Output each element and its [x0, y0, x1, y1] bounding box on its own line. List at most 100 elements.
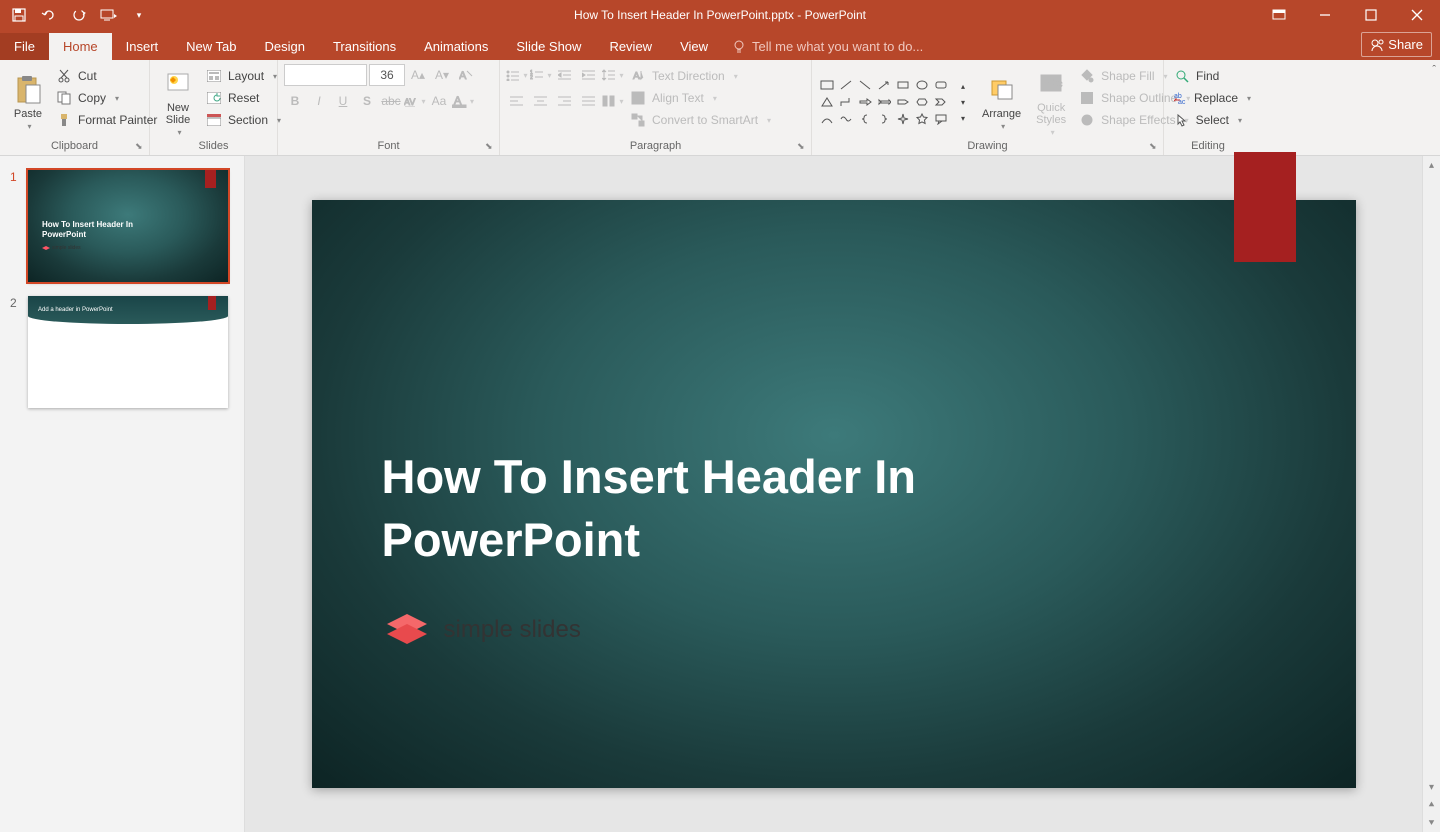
tab-file[interactable]: File — [0, 33, 49, 60]
shape-triangle-icon[interactable] — [818, 94, 836, 110]
columns-icon[interactable] — [602, 90, 624, 112]
slide[interactable]: How To Insert Header In PowerPoint simpl… — [312, 200, 1356, 788]
redo-icon[interactable] — [70, 6, 88, 24]
maximize-icon[interactable] — [1348, 0, 1394, 30]
shape-chevron-icon[interactable] — [932, 94, 950, 110]
save-icon[interactable] — [10, 6, 28, 24]
collapse-ribbon-icon[interactable]: ˆ — [1432, 64, 1436, 76]
shape-oval-icon[interactable] — [913, 77, 931, 93]
new-slide-button[interactable]: New Slide — [156, 64, 200, 140]
shape-line2-icon[interactable] — [856, 77, 874, 93]
vertical-scrollbar[interactable]: ▴ ▾ ⯅ ⯆ — [1422, 156, 1440, 832]
shape-star4-icon[interactable] — [894, 111, 912, 127]
drawing-launcher-icon[interactable]: ⬊ — [1149, 141, 1161, 153]
shape-rounded-icon[interactable] — [932, 77, 950, 93]
shape-arrow-icon[interactable] — [875, 77, 893, 93]
shape-pentagon-icon[interactable] — [894, 94, 912, 110]
font-launcher-icon[interactable]: ⬊ — [485, 141, 497, 153]
scroll-down-icon[interactable]: ▾ — [1423, 778, 1440, 796]
increase-font-icon[interactable]: A▴ — [407, 64, 429, 86]
cut-button[interactable]: Cut — [52, 66, 161, 86]
change-case-icon[interactable]: Aa — [428, 90, 450, 112]
justify-icon[interactable] — [578, 90, 600, 112]
copy-button[interactable]: Copy — [52, 88, 161, 108]
tab-slideshow[interactable]: Slide Show — [502, 33, 595, 60]
shape-star5-icon[interactable] — [913, 111, 931, 127]
align-text-button[interactable]: Align Text — [626, 88, 775, 108]
decrease-indent-icon[interactable] — [554, 64, 576, 86]
minimize-icon[interactable] — [1302, 0, 1348, 30]
text-direction-button[interactable]: AText Direction — [626, 66, 775, 86]
gallery-down-icon[interactable]: ▾ — [952, 95, 974, 109]
shape-hexagon-icon[interactable] — [913, 94, 931, 110]
share-button[interactable]: Share — [1361, 32, 1432, 57]
arrange-button[interactable]: Arrange — [976, 64, 1027, 140]
bullets-icon[interactable] — [506, 64, 528, 86]
line-spacing-icon[interactable] — [602, 64, 624, 86]
numbering-icon[interactable]: 12 — [530, 64, 552, 86]
paste-button[interactable]: Paste — [6, 64, 50, 140]
tab-newtab[interactable]: New Tab — [172, 33, 250, 60]
font-size-input[interactable] — [369, 64, 405, 86]
shape-callout-icon[interactable] — [932, 111, 950, 127]
clipboard-launcher-icon[interactable]: ⬊ — [135, 141, 147, 153]
section-button[interactable]: Section — [202, 110, 285, 130]
tab-animations[interactable]: Animations — [410, 33, 502, 60]
shapes-gallery[interactable] — [818, 77, 950, 127]
underline-icon[interactable]: U — [332, 90, 354, 112]
font-name-input[interactable] — [284, 64, 367, 86]
shape-wave-icon[interactable] — [837, 111, 855, 127]
shape-doublearrow-icon[interactable] — [875, 94, 893, 110]
shape-elbow-icon[interactable] — [837, 94, 855, 110]
undo-icon[interactable] — [40, 6, 58, 24]
shadow-icon[interactable]: S — [356, 90, 378, 112]
scroll-up-icon[interactable]: ▴ — [1423, 156, 1440, 174]
gallery-more-icon[interactable]: ▾ — [952, 111, 974, 125]
tab-transitions[interactable]: Transitions — [319, 33, 410, 60]
gallery-up-icon[interactable]: ▴ — [952, 79, 974, 93]
find-button[interactable]: Find — [1170, 66, 1246, 86]
shape-rect2-icon[interactable] — [894, 77, 912, 93]
tab-insert[interactable]: Insert — [112, 33, 173, 60]
strikethrough-icon[interactable]: abc — [380, 90, 402, 112]
italic-icon[interactable]: I — [308, 90, 330, 112]
shape-lbrace-icon[interactable] — [856, 111, 874, 127]
select-button[interactable]: Select — [1170, 110, 1246, 130]
char-spacing-icon[interactable]: AV — [404, 90, 426, 112]
tab-view[interactable]: View — [666, 33, 722, 60]
slide-thumbnail-1[interactable]: How To Insert Header In PowerPoint simpl… — [28, 170, 228, 282]
slide-canvas-area[interactable]: How To Insert Header In PowerPoint simpl… — [245, 156, 1422, 832]
shape-line-icon[interactable] — [837, 77, 855, 93]
format-painter-button[interactable]: Format Painter — [52, 110, 161, 130]
paragraph-launcher-icon[interactable]: ⬊ — [797, 141, 809, 153]
tab-home[interactable]: Home — [49, 33, 112, 60]
shape-rightarrow-icon[interactable] — [856, 94, 874, 110]
smartart-button[interactable]: Convert to SmartArt — [626, 110, 775, 130]
shape-rectangle-icon[interactable] — [818, 77, 836, 93]
prev-slide-icon[interactable]: ⯅ — [1423, 796, 1440, 814]
quick-styles-button[interactable]: Abc Quick Styles — [1029, 64, 1073, 140]
replace-button[interactable]: abacReplace — [1170, 88, 1246, 108]
clear-formatting-icon[interactable]: A — [455, 64, 477, 86]
increase-indent-icon[interactable] — [578, 64, 600, 86]
shape-curve-icon[interactable] — [818, 111, 836, 127]
qat-more-icon[interactable]: ▾ — [130, 6, 148, 24]
next-slide-icon[interactable]: ⯆ — [1423, 814, 1440, 832]
decrease-font-icon[interactable]: A▾ — [431, 64, 453, 86]
tab-design[interactable]: Design — [251, 33, 319, 60]
start-from-beginning-icon[interactable] — [100, 6, 118, 24]
align-left-icon[interactable] — [506, 90, 528, 112]
reset-button[interactable]: Reset — [202, 88, 285, 108]
slide-title-text[interactable]: How To Insert Header In PowerPoint — [382, 445, 917, 572]
bold-icon[interactable]: B — [284, 90, 306, 112]
close-icon[interactable] — [1394, 0, 1440, 30]
slide-thumbnail-2[interactable]: Add a header in PowerPoint — [28, 296, 228, 408]
font-color-icon[interactable]: A — [452, 90, 474, 112]
align-center-icon[interactable] — [530, 90, 552, 112]
shape-rbrace-icon[interactable] — [875, 111, 893, 127]
tell-me-search[interactable]: Tell me what you want to do... — [722, 33, 933, 60]
align-right-icon[interactable] — [554, 90, 576, 112]
ribbon-display-icon[interactable] — [1256, 0, 1302, 30]
tab-review[interactable]: Review — [595, 33, 666, 60]
layout-button[interactable]: Layout — [202, 66, 285, 86]
